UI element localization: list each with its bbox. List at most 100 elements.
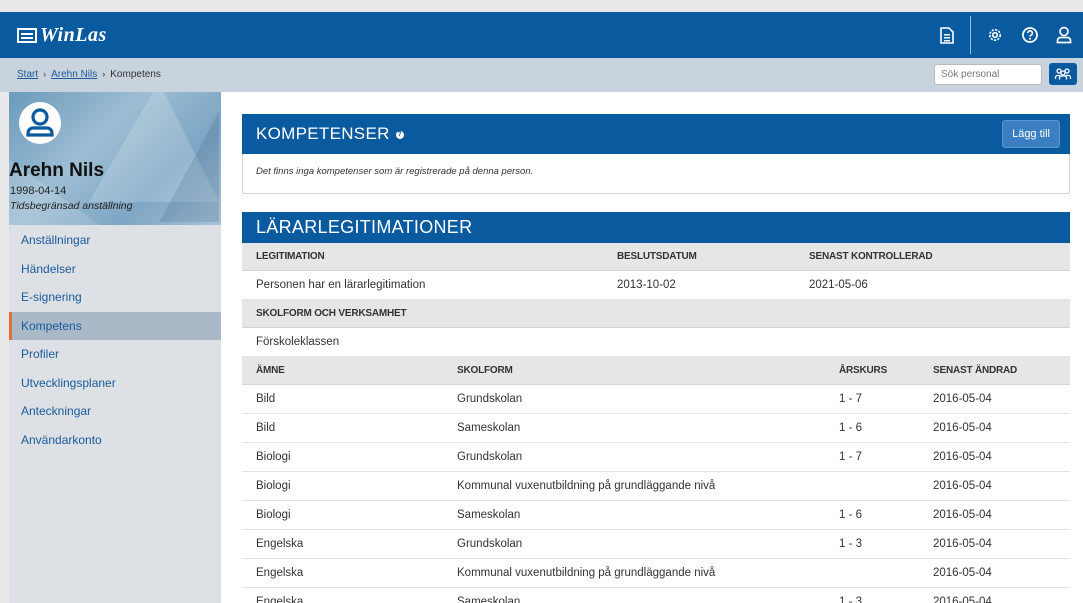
column-header: SENAST ÄNDRAD bbox=[933, 365, 1018, 376]
sidebar: Arehn Nils 1998-04-14 Tidsbegränsad anst… bbox=[9, 92, 221, 603]
subject-header-row: ÄMNE SKOLFORM ÅRSKURS SENAST ÄNDRAD bbox=[242, 357, 1070, 385]
table-row: Bild Sameskolan 1 - 6 2016-05-04 bbox=[242, 414, 1070, 443]
senast-kontrollerad: 2021-05-06 bbox=[809, 279, 868, 291]
table-row: Biologi Kommunal vuxenutbildning på grund… bbox=[242, 472, 1070, 501]
app-logo[interactable]: WinLas bbox=[17, 23, 107, 47]
subject-andrad: 2016-05-04 bbox=[933, 567, 992, 579]
table-row: Engelska Kommunal vuxenutbildning på grun… bbox=[242, 559, 1070, 588]
subject-arskurs: 1 - 7 bbox=[839, 451, 863, 463]
subject-skolform: Grundskolan bbox=[457, 393, 523, 405]
sidebar-item-kompetens[interactable]: Kompetens bbox=[9, 311, 221, 340]
subject-amne: Engelska bbox=[256, 567, 304, 579]
subject-skolform: Grundskolan bbox=[457, 538, 523, 550]
breadcrumb-start[interactable]: Start bbox=[17, 69, 38, 80]
table-header-row: LEGITIMATION BESLUTSDATUM SENAST KONTROL… bbox=[242, 243, 1070, 271]
subject-andrad: 2016-05-04 bbox=[933, 422, 992, 434]
column-header: ÄMNE bbox=[256, 365, 285, 376]
sidebar-nav: Anställningar Händelser E-signering Komp… bbox=[9, 226, 221, 454]
column-header: SENAST KONTROLLERAD bbox=[809, 251, 933, 262]
empty-message: Det finns inga kompetenser som är regist… bbox=[256, 166, 534, 177]
subject-andrad: 2016-05-04 bbox=[933, 451, 992, 463]
subject-arskurs: 1 - 3 bbox=[839, 538, 863, 550]
kompetenser-title: KOMPETENSER bbox=[256, 124, 390, 143]
breadcrumb-current: Kompetens bbox=[110, 69, 161, 80]
chevron-right-icon: › bbox=[102, 69, 106, 79]
profile-card: Arehn Nils 1998-04-14 Tidsbegränsad anst… bbox=[9, 92, 221, 225]
toolbar-divider bbox=[970, 16, 971, 54]
logo-icon bbox=[17, 27, 37, 43]
table-row: Biologi Grundskolan 1 - 7 2016-05-04 bbox=[242, 443, 1070, 472]
column-header: ÅRSKURS bbox=[839, 365, 888, 376]
subject-skolform: Sameskolan bbox=[457, 509, 521, 521]
subject-amne: Bild bbox=[256, 393, 276, 405]
subject-arskurs: 1 - 6 bbox=[839, 422, 863, 434]
people-icon bbox=[1054, 68, 1072, 80]
gear-icon[interactable] bbox=[984, 24, 1006, 46]
help-icon[interactable]: ? bbox=[395, 130, 404, 139]
subject-skolform: Kommunal vuxenutbildning på grundläggand… bbox=[457, 480, 716, 492]
kompetenser-header: KOMPETENSER? Lägg till bbox=[242, 114, 1070, 154]
main-content: KOMPETENSER? Lägg till Det finns inga ko… bbox=[221, 92, 1083, 603]
subject-amne: Biologi bbox=[256, 451, 291, 463]
sidebar-item-profiler[interactable]: Profiler bbox=[9, 340, 221, 369]
column-header: LEGITIMATION bbox=[256, 251, 325, 262]
subject-arskurs: 1 - 7 bbox=[839, 393, 863, 405]
subject-amne: Engelska bbox=[256, 596, 304, 603]
table-row: Personen har en lärarlegitimation 2013-1… bbox=[242, 271, 1070, 300]
subject-skolform: Sameskolan bbox=[457, 422, 521, 434]
table-row: Engelska Grundskolan 1 - 3 2016-05-04 bbox=[242, 530, 1070, 559]
skolform-header-row: SKOLFORM OCH VERKSAMHET bbox=[242, 300, 1070, 328]
user-icon[interactable] bbox=[1053, 24, 1075, 46]
table-row: Biologi Sameskolan 1 - 6 2016-05-04 bbox=[242, 501, 1070, 530]
person-name: Arehn Nils bbox=[9, 160, 105, 181]
avatar-icon bbox=[19, 102, 61, 144]
add-kompetens-button[interactable]: Lägg till bbox=[1002, 120, 1060, 148]
person-birthdate: 1998-04-14 bbox=[10, 185, 67, 197]
subject-andrad: 2016-05-04 bbox=[933, 393, 992, 405]
document-icon[interactable] bbox=[936, 24, 958, 46]
legitimationer-title: LÄRARLEGITIMATIONER bbox=[256, 217, 473, 237]
sidebar-item-anteckningar[interactable]: Anteckningar bbox=[9, 397, 221, 426]
legitimation-table: LEGITIMATION BESLUTSDATUM SENAST KONTROL… bbox=[242, 243, 1070, 603]
breadcrumb-person[interactable]: Arehn Nils bbox=[51, 69, 97, 80]
logo-text: WinLas bbox=[40, 23, 107, 46]
subject-andrad: 2016-05-04 bbox=[933, 480, 992, 492]
breadcrumb-bar: Start › Arehn Nils › Kompetens bbox=[0, 58, 1083, 92]
subject-skolform: Grundskolan bbox=[457, 451, 523, 463]
subject-amne: Bild bbox=[256, 422, 276, 434]
subject-rows: Bild Grundskolan 1 - 7 2016-05-04 Bild Samesk… bbox=[242, 385, 1070, 603]
sidebar-item-anstallningar[interactable]: Anställningar bbox=[9, 226, 221, 255]
subject-amne: Biologi bbox=[256, 480, 291, 492]
legitimation-status: Personen har en lärarlegitimation bbox=[256, 279, 426, 291]
sidebar-item-utvecklingsplaner[interactable]: Utvecklingsplaner bbox=[9, 369, 221, 398]
column-header: SKOLFORM bbox=[457, 365, 513, 376]
search-personal-input[interactable] bbox=[934, 64, 1042, 85]
subject-skolform: Kommunal vuxenutbildning på grundläggand… bbox=[457, 567, 716, 579]
beslutsdatum: 2013-10-02 bbox=[617, 279, 676, 291]
sidebar-item-e-signering[interactable]: E-signering bbox=[9, 283, 221, 312]
column-header: BESLUTSDATUM bbox=[617, 251, 697, 262]
chevron-right-icon: › bbox=[43, 69, 47, 79]
subject-amne: Engelska bbox=[256, 538, 304, 550]
table-row: Bild Grundskolan 1 - 7 2016-05-04 bbox=[242, 385, 1070, 414]
breadcrumb: Start › Arehn Nils › Kompetens bbox=[17, 69, 161, 80]
kompetenser-body: Det finns inga kompetenser som är regist… bbox=[242, 154, 1070, 194]
top-bar: WinLas bbox=[0, 12, 1083, 58]
subject-amne: Biologi bbox=[256, 509, 291, 521]
subject-andrad: 2016-05-04 bbox=[933, 596, 992, 603]
sidebar-item-handelser[interactable]: Händelser bbox=[9, 255, 221, 284]
subject-skolform: Sameskolan bbox=[457, 596, 521, 603]
legitimationer-header: LÄRARLEGITIMATIONER bbox=[242, 212, 1070, 243]
skolform-value: Förskoleklassen bbox=[256, 336, 340, 348]
personal-list-button[interactable] bbox=[1049, 63, 1077, 85]
table-row: Engelska Sameskolan 1 - 3 2016-05-04 bbox=[242, 588, 1070, 603]
subject-arskurs: 1 - 3 bbox=[839, 596, 863, 603]
table-row: Förskoleklassen bbox=[242, 328, 1070, 357]
subject-andrad: 2016-05-04 bbox=[933, 538, 992, 550]
employment-type: Tidsbegränsad anställning bbox=[10, 200, 133, 212]
subject-andrad: 2016-05-04 bbox=[933, 509, 992, 521]
help-icon[interactable] bbox=[1019, 24, 1041, 46]
subject-arskurs: 1 - 6 bbox=[839, 509, 863, 521]
sidebar-item-anvandarkonto[interactable]: Användarkonto bbox=[9, 426, 221, 455]
column-header: SKOLFORM OCH VERKSAMHET bbox=[256, 308, 407, 319]
